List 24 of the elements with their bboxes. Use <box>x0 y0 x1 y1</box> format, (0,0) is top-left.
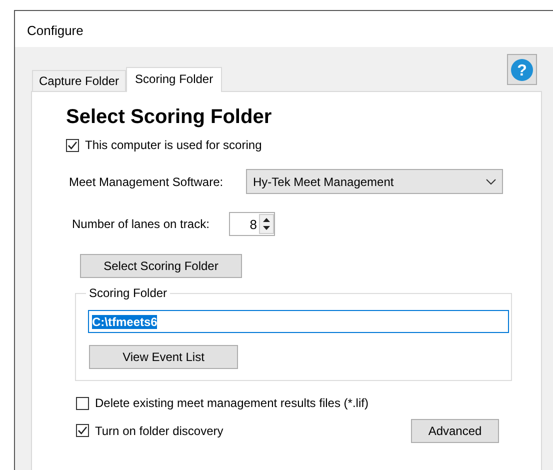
field-label: Number of lanes on track: <box>72 217 210 232</box>
view-event-list-button[interactable]: View Event List <box>89 345 238 370</box>
selected-text: C:\tfmeets6 <box>92 314 158 330</box>
check-icon <box>67 140 78 151</box>
window-title: Configure <box>27 23 84 38</box>
software-dropdown[interactable]: Hy-Tek Meet Management <box>246 169 503 194</box>
chevron-icon <box>486 178 496 185</box>
section-heading: Select Scoring Folder <box>66 106 273 128</box>
checkbox[interactable] <box>76 424 89 438</box>
advanced-button[interactable]: Advanced <box>411 418 499 443</box>
checkbox-label: This computer is used for scoring <box>85 138 262 152</box>
select-folder-button[interactable]: Select Scoring Folder <box>80 254 242 278</box>
tab[interactable]: Capture Folder <box>32 70 126 91</box>
folder-path-field[interactable]: C:\tfmeets6 <box>88 310 509 334</box>
tab[interactable]: Scoring Folder <box>126 66 222 92</box>
check-icon <box>77 425 88 436</box>
group-title: Scoring Folder <box>86 286 170 301</box>
spinner-arrows-icon[interactable] <box>259 214 274 234</box>
checkbox[interactable] <box>76 397 89 410</box>
checkbox-label: Delete existing meet management results files (*.lif) <box>95 396 368 411</box>
checkbox[interactable] <box>66 138 79 152</box>
lanes-spinner[interactable]: 8 <box>229 212 275 236</box>
field-label: Meet Management Software: <box>69 174 224 190</box>
checkbox-label: Turn on folder discovery <box>95 424 224 438</box>
